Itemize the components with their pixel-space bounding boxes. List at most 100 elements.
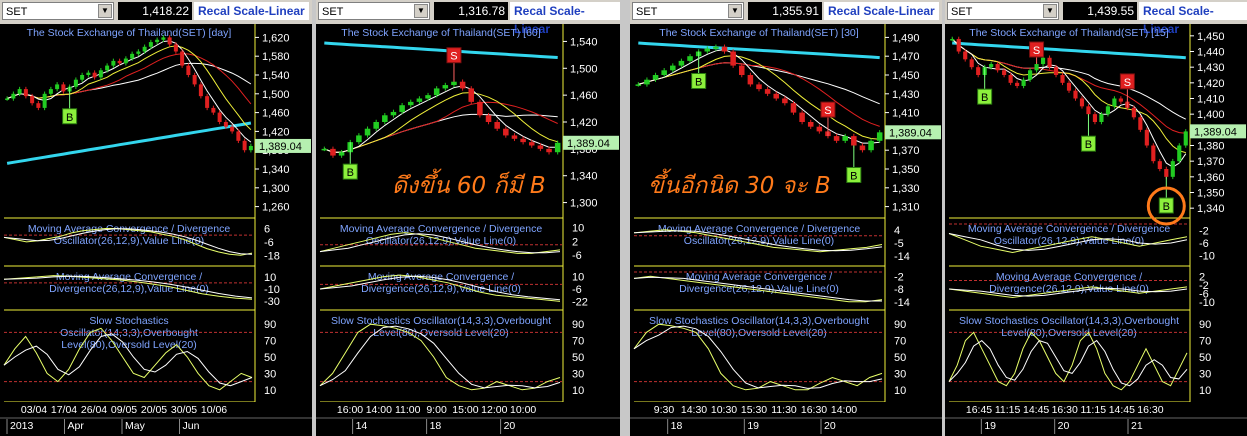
indicator-tick-label: 30 xyxy=(264,368,276,380)
candle-body xyxy=(1183,131,1188,146)
candle-body xyxy=(1060,75,1065,83)
chevron-down-icon[interactable]: ▼ xyxy=(728,4,742,18)
indicator-tick-label: 10 xyxy=(894,385,906,397)
candle-body xyxy=(442,85,449,89)
candle-body xyxy=(799,112,805,122)
candle-body xyxy=(1015,82,1020,86)
chevron-down-icon[interactable]: ▼ xyxy=(414,4,428,18)
candle-body xyxy=(86,72,91,75)
x-tick-label: 11:30 xyxy=(771,404,797,416)
y-tick-label: 1,340 xyxy=(262,164,290,176)
candle-body xyxy=(1138,117,1143,130)
candle-body xyxy=(92,72,97,78)
candle-body xyxy=(494,122,500,129)
indicator-tick-label: -6 xyxy=(572,284,582,296)
candle-body xyxy=(186,65,191,75)
y-tick-label: 1,500 xyxy=(570,63,598,75)
candle-body xyxy=(382,115,388,122)
candle-body xyxy=(1112,98,1117,107)
macd-pane: Moving Average Convergence /Divergence(2… xyxy=(948,271,1215,311)
candle-body xyxy=(173,44,178,52)
candle-body xyxy=(451,81,457,86)
sell-signal-label: S xyxy=(1033,45,1040,57)
y-tick-label: 1,300 xyxy=(262,183,290,195)
indicator-tick-label: 70 xyxy=(1199,336,1211,348)
candle-body xyxy=(816,126,823,132)
y-tick-label: 1,330 xyxy=(892,183,920,195)
indicator-tick-label: 10 xyxy=(264,385,276,397)
candle-body xyxy=(180,51,185,66)
candle-body xyxy=(242,140,247,151)
stochastic-pane: Slow Stochastics Oscillator(14,3,3),Over… xyxy=(948,315,1211,403)
indicator-tick-label: -6 xyxy=(1199,238,1209,250)
candle-body xyxy=(130,53,135,59)
candle-body xyxy=(1144,129,1149,146)
candle-body xyxy=(511,135,518,139)
candle-body xyxy=(1099,114,1104,122)
indicator-tick-label: 10 xyxy=(264,272,276,284)
x-tick-label: 15:00 xyxy=(452,404,478,416)
y-tick-label: 1,410 xyxy=(892,108,920,120)
x-tick-label: 16:00 xyxy=(337,404,363,416)
symbol-select[interactable]: SET ▼ xyxy=(2,2,114,20)
candle-body xyxy=(148,42,153,47)
chart-title: The Stock Exchange of Thailand(SET) [15] xyxy=(969,27,1168,39)
y-tick-label: 1,490 xyxy=(892,32,920,44)
candle-body xyxy=(1040,57,1046,65)
indicator-tick-label: -2 xyxy=(1199,225,1209,237)
y-tick-label: 1,410 xyxy=(1197,94,1225,106)
indicator-tick-label: -6 xyxy=(572,250,582,262)
y-tick-label: 1,340 xyxy=(570,171,598,183)
buy-signal-label: B xyxy=(66,112,73,124)
x-axis: 16:00 14:00 11:00 9:00 15:00 12:00 10:00 14 18 20 xyxy=(316,402,620,436)
candle-body xyxy=(477,101,483,116)
candle-body xyxy=(111,60,116,66)
sell-signal-label: S xyxy=(450,51,457,63)
candle-body xyxy=(528,142,535,146)
indicator-tick-label: 10 xyxy=(1199,385,1211,397)
candle-body xyxy=(155,39,160,43)
chevron-down-icon[interactable]: ▼ xyxy=(1043,4,1057,18)
indicator-title: Moving Average Convergence / Divergence xyxy=(658,223,861,235)
symbol-select[interactable]: SET ▼ xyxy=(947,2,1059,20)
candle-body xyxy=(161,37,166,40)
candle-body xyxy=(1164,169,1169,177)
candle-body xyxy=(644,79,650,85)
last-price-label: 1,389.04 xyxy=(259,141,302,153)
ma-line-red xyxy=(324,101,558,153)
candle-body xyxy=(1118,98,1123,102)
symbol-select[interactable]: SET ▼ xyxy=(318,2,430,20)
chevron-down-icon[interactable]: ▼ xyxy=(98,4,112,18)
y-tick-label: 1,360 xyxy=(1197,172,1225,184)
stochastic-pane: Slow Stochastics Oscillator(14,3,3),Over… xyxy=(633,315,906,403)
candle-body xyxy=(868,140,874,151)
chart-svg: 1,6201,5801,5401,5001,4601,4201,3801,340… xyxy=(0,24,312,436)
candle-body xyxy=(963,51,968,60)
x-tick-label: 11:00 xyxy=(395,404,421,416)
candle-body xyxy=(790,103,797,113)
candle-body xyxy=(248,145,253,151)
recal-scale-button[interactable]: Recal Scale-Linear xyxy=(194,2,309,20)
candle-body xyxy=(995,64,1000,71)
x-tick-label: 10/06 xyxy=(201,404,227,416)
candle-body xyxy=(652,75,659,80)
candle-body xyxy=(123,58,128,64)
candle-body xyxy=(330,148,336,156)
x-tick-label: 16:30 xyxy=(1052,404,1078,416)
x-tick-label: 14:00 xyxy=(831,404,857,416)
recal-scale-button[interactable]: Recal Scale-Linear xyxy=(510,2,620,36)
candle-body xyxy=(670,65,676,71)
indicator-title: Oscillator(14,3,3),Overbought xyxy=(60,327,198,339)
symbol-select[interactable]: SET ▼ xyxy=(632,2,744,20)
ma-line-yellow xyxy=(6,45,252,131)
symbol-value: SET xyxy=(322,6,344,18)
x-tick-label: 21 xyxy=(1131,420,1143,432)
recal-scale-button[interactable]: Recal Scale-Linear xyxy=(1139,2,1247,36)
candle-body xyxy=(192,75,197,85)
candle-body xyxy=(950,38,955,41)
x-tick-label: 18 xyxy=(430,420,442,432)
indicator-title: Level(80),Oversold Level(20) xyxy=(691,327,826,339)
indicator-tick-label: 4 xyxy=(894,225,900,237)
x-tick-label: 14:00 xyxy=(366,404,392,416)
recal-scale-button[interactable]: Recal Scale-Linear xyxy=(824,2,939,20)
